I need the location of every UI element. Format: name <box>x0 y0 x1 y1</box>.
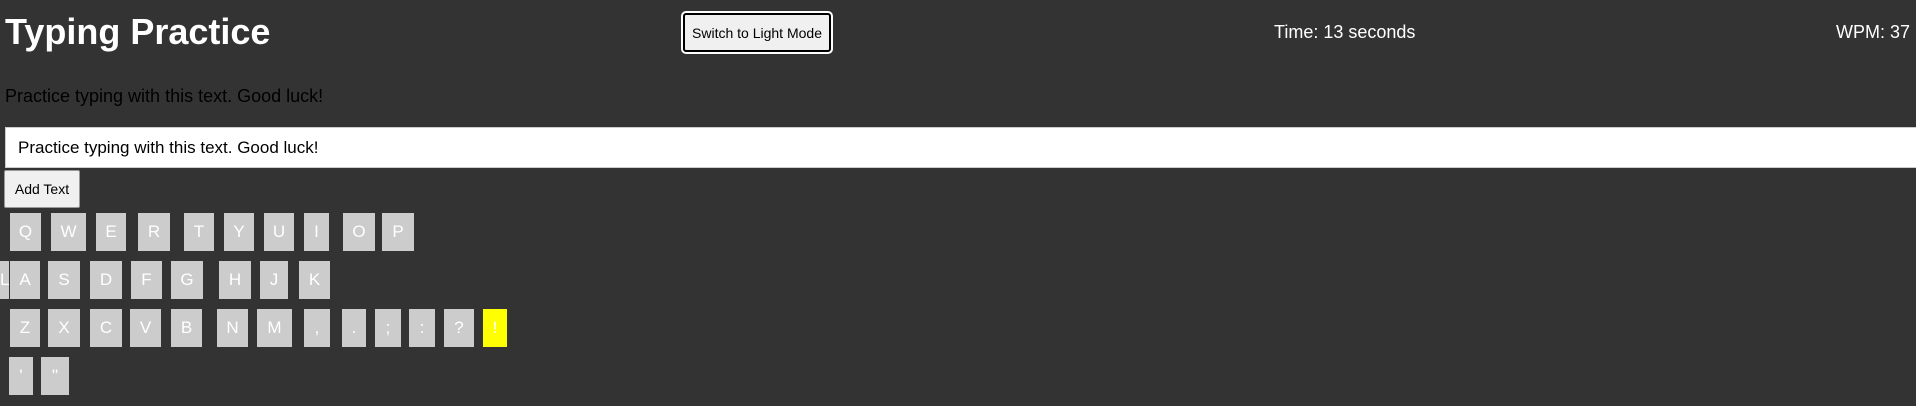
keyboard-key: F <box>131 261 162 299</box>
keyboard-key: K <box>299 261 330 299</box>
keyboard-key: X <box>48 309 80 347</box>
keyboard-key: G <box>171 261 203 299</box>
keyboard-key: ! <box>483 309 507 347</box>
timer-display: Time: 13 seconds <box>1274 22 1416 42</box>
keyboard-key: . <box>342 309 366 347</box>
keyboard-key: N <box>217 309 248 347</box>
wpm-display: WPM: 37 <box>1835 22 1910 42</box>
keyboard-key: B <box>171 309 202 347</box>
page-title: Typing Practice <box>5 11 271 52</box>
keyboard-key: E <box>96 213 126 251</box>
keyboard-key: R <box>138 213 170 251</box>
keyboard-key: Q <box>10 213 41 251</box>
keyboard-key: D <box>90 261 122 299</box>
theme-toggle-button[interactable]: Switch to Light Mode <box>683 13 831 52</box>
keyboard-key: V <box>130 309 161 347</box>
keyboard-key: S <box>48 261 80 299</box>
keyboard-key: Y <box>224 213 254 251</box>
keyboard-key: ; <box>375 309 401 347</box>
keyboard-key: : <box>409 309 435 347</box>
keyboard-key: J <box>260 261 288 299</box>
keyboard-key: T <box>184 213 214 251</box>
keyboard-key: O <box>343 213 375 251</box>
keyboard-key: " <box>41 357 69 395</box>
add-text-button[interactable]: Add Text <box>4 170 80 208</box>
keyboard-key: ? <box>444 309 474 347</box>
keyboard-key: Z <box>10 309 40 347</box>
keyboard-key: ' <box>9 357 33 395</box>
keyboard-key: A <box>10 261 40 299</box>
practice-sample-text: Practice typing with this text. Good luc… <box>5 86 324 106</box>
keyboard-key: M <box>257 309 292 347</box>
keyboard-key: L <box>0 261 10 299</box>
keyboard-key: U <box>264 213 294 251</box>
keyboard-key: C <box>90 309 122 347</box>
typing-input[interactable] <box>5 127 1916 168</box>
keyboard-key: , <box>304 309 330 347</box>
keyboard-key: W <box>51 213 86 251</box>
typing-practice-page: Typing Practice Switch to Light Mode Tim… <box>0 0 1916 406</box>
keyboard-key: H <box>219 261 251 299</box>
keyboard-key: P <box>382 213 414 251</box>
keyboard-key: I <box>304 213 329 251</box>
